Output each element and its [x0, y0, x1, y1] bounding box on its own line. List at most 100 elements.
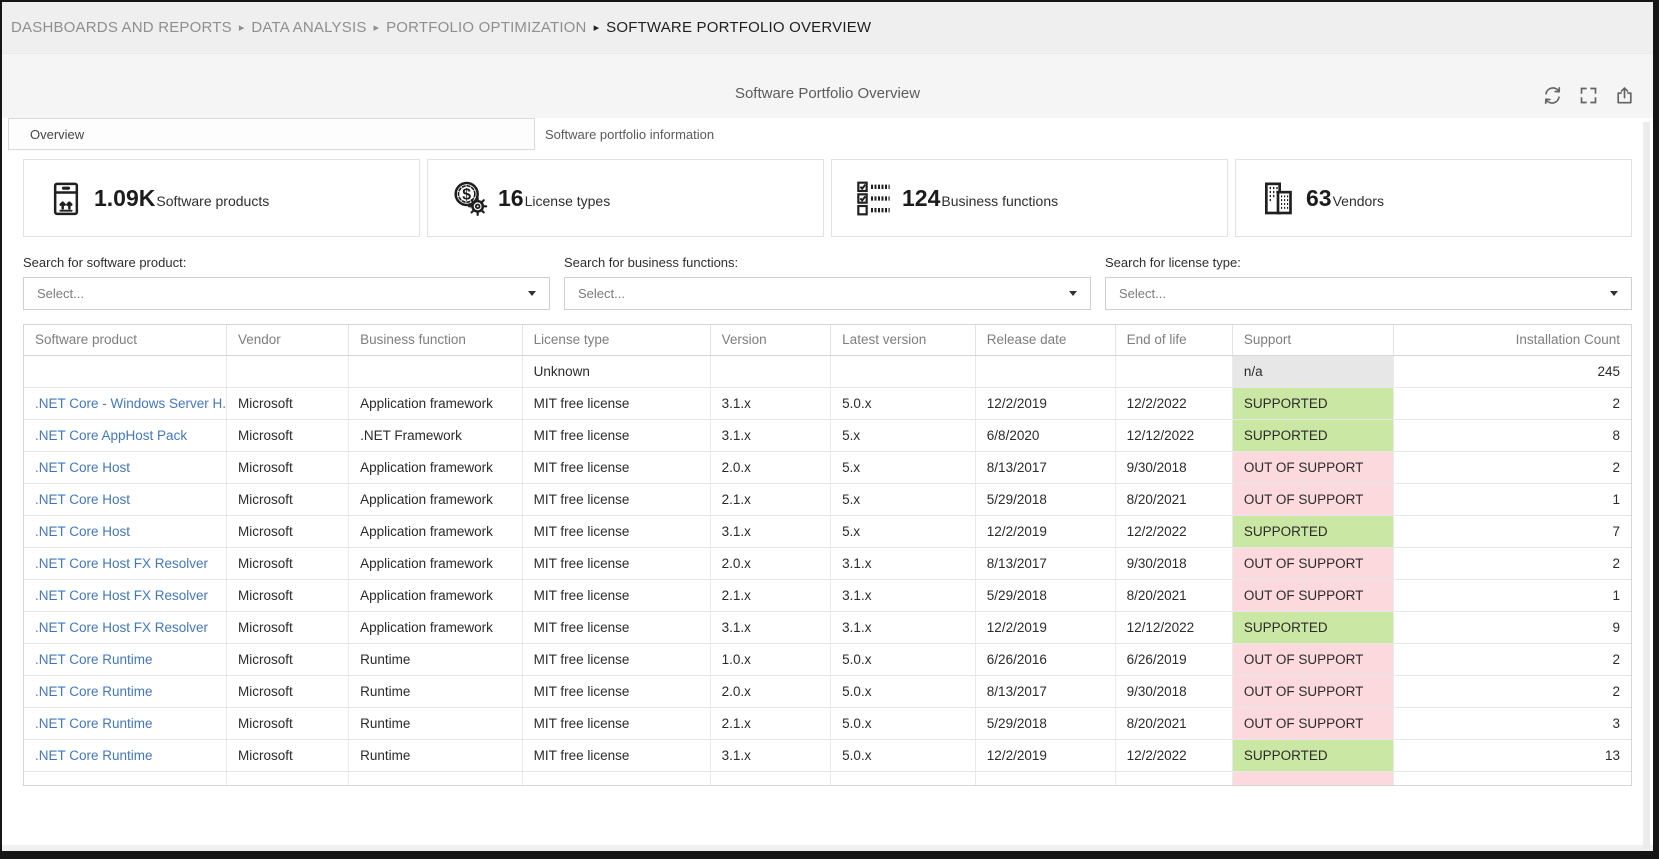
cell-license: MIT free license — [522, 739, 711, 772]
software-product-link[interactable]: .NET Core Host FX Resolver — [35, 556, 208, 571]
cell-eol: 12/2/2022 — [1115, 739, 1233, 772]
chevron-down-icon — [1069, 291, 1077, 296]
software-product-link[interactable]: .NET Core Host FX Resolver — [35, 588, 208, 603]
cell-version: 3.1.x — [710, 611, 832, 644]
column-header-software-product[interactable]: Software product — [24, 325, 227, 356]
software-product-link[interactable]: .NET Core Runtime — [35, 684, 153, 699]
breadcrumb-item-portfolio-optimization[interactable]: PORTFOLIO OPTIMIZATION — [386, 19, 587, 36]
kpi-card-license-types: $ 16 License types — [427, 159, 824, 237]
cell-license: MIT free license — [522, 387, 711, 420]
checklist-icon — [854, 178, 894, 218]
column-header-vendor[interactable]: Vendor — [226, 325, 350, 356]
cell-license: MIT free license — [522, 611, 711, 644]
column-header-license-type[interactable]: License type — [522, 325, 711, 356]
cell-release — [975, 355, 1116, 388]
software-product-link[interactable]: .NET Core Host — [35, 460, 130, 475]
tab-overview[interactable]: Overview — [8, 118, 535, 150]
cell-release: 5/29/2018 — [975, 707, 1116, 740]
support-status-badge: SUPPORTED — [1232, 515, 1394, 548]
column-header-version[interactable]: Version — [710, 325, 832, 356]
breadcrumb-item-dashboards-and-reports[interactable]: DASHBOARDS AND REPORTS — [11, 19, 232, 36]
fullscreen-icon[interactable] — [1578, 85, 1599, 106]
software-product-link[interactable]: .NET Core - Windows Server H... — [35, 396, 225, 411]
support-status-badge: OUT OF SUPPORT — [1232, 675, 1394, 708]
table-row: .NET Core - Windows Server H... Microsoft… — [24, 387, 1631, 420]
table-row: .NET Core Host FX Resolver Microsoft Appli… — [24, 547, 1631, 580]
cell-release: 8/13/2017 — [975, 451, 1116, 484]
cell-product: .NET Core AppHost Pack — [24, 419, 227, 452]
cell-func: Runtime — [348, 675, 523, 708]
support-status-badge: SUPPORTED — [1232, 611, 1394, 644]
software-product-select[interactable]: Select... — [23, 277, 550, 310]
svg-text:$: $ — [462, 187, 471, 204]
license-type-select[interactable]: Select... — [1105, 277, 1632, 310]
support-status-badge: OUT OF SUPPORT — [1232, 483, 1394, 516]
cell-latest: 5.x — [830, 419, 976, 452]
cell-license: MIT free license — [522, 483, 711, 516]
cell-release: 8/13/2017 — [975, 675, 1116, 708]
breadcrumb-item-data-analysis[interactable]: DATA ANALYSIS — [251, 19, 366, 36]
cell-product: .NET Core - Windows Server H... — [24, 387, 227, 420]
table-row: .NET Core Runtime Microsoft Runtime MIT fre… — [24, 739, 1631, 772]
cell-func — [348, 771, 523, 785]
cell-count: 3 — [1393, 707, 1631, 740]
table-row: .NET Core Host Microsoft Application frame… — [24, 483, 1631, 516]
support-status-badge: OUT OF SUPPORT — [1232, 579, 1394, 612]
table-row — [24, 771, 1631, 785]
business-functions-select[interactable]: Select... — [564, 277, 1091, 310]
cell-version: 3.1.x — [710, 739, 832, 772]
column-header-installation-count[interactable]: Installation Count — [1393, 325, 1631, 356]
column-header-latest-version[interactable]: Latest version — [830, 325, 976, 356]
tab-overview-label: Overview — [30, 126, 85, 142]
cell-count: 1 — [1393, 579, 1631, 612]
refresh-icon[interactable] — [1542, 85, 1563, 106]
cell-eol — [1115, 771, 1233, 785]
kpi-value-software-products: 1.09K — [94, 184, 156, 211]
cell-version: 2.0.x — [710, 451, 832, 484]
support-status-badge: OUT OF SUPPORT — [1232, 707, 1394, 740]
support-status-badge: OUT OF SUPPORT — [1232, 643, 1394, 676]
software-product-link[interactable]: .NET Core Runtime — [35, 652, 153, 667]
export-icon[interactable] — [1614, 85, 1635, 106]
cell-latest: 5.x — [830, 451, 976, 484]
cell-version — [710, 355, 832, 388]
column-header-business-function[interactable]: Business function — [348, 325, 523, 356]
cell-eol: 9/30/2018 — [1115, 451, 1233, 484]
cell-func: Runtime — [348, 739, 523, 772]
cell-product: .NET Core Host — [24, 451, 227, 484]
cell-eol: 8/20/2021 — [1115, 483, 1233, 516]
vertical-scrollbar[interactable] — [1643, 122, 1650, 849]
cell-vendor: Microsoft — [226, 643, 350, 676]
software-product-link[interactable]: .NET Core Runtime — [35, 748, 153, 763]
cell-release: 12/2/2019 — [975, 515, 1116, 548]
column-header-release-date[interactable]: Release date — [975, 325, 1116, 356]
tab-software-portfolio-information[interactable]: Software portfolio information — [545, 118, 714, 150]
cell-count: 2 — [1393, 643, 1631, 676]
cell-product: .NET Core Runtime — [24, 707, 227, 740]
support-status-badge: SUPPORTED — [1232, 739, 1394, 772]
cell-count: 9 — [1393, 611, 1631, 644]
cell-product: .NET Core Runtime — [24, 739, 227, 772]
kpi-value-vendors: 63 — [1306, 184, 1332, 211]
filter-label-license-type: Search for license type: — [1105, 255, 1241, 270]
column-header-support[interactable]: Support — [1232, 325, 1394, 356]
column-header-end-of-life[interactable]: End of life — [1115, 325, 1233, 356]
software-product-link[interactable]: .NET Core Host — [35, 524, 130, 539]
tab-software-portfolio-information-label: Software portfolio information — [545, 126, 715, 142]
content-panel: Overview Software portfolio information — [2, 118, 1653, 845]
cell-version: 1.0.x — [710, 643, 832, 676]
software-product-link[interactable]: .NET Core AppHost Pack — [35, 428, 187, 443]
cell-product: .NET Core Host — [24, 515, 227, 548]
table-row: .NET Core Host Microsoft Application frame… — [24, 451, 1631, 484]
software-product-link[interactable]: .NET Core Runtime — [35, 716, 153, 731]
breadcrumb-separator-icon: ▸ — [593, 22, 600, 34]
cell-eol: 9/30/2018 — [1115, 547, 1233, 580]
software-product-link[interactable]: .NET Core Host — [35, 492, 130, 507]
cell-eol: 12/12/2022 — [1115, 611, 1233, 644]
page-title: Software Portfolio Overview — [734, 85, 921, 102]
cell-latest: 5.0.x — [830, 675, 976, 708]
software-product-link[interactable]: .NET Core Host FX Resolver — [35, 620, 208, 635]
dashboard-header: Software Portfolio Overview — [2, 54, 1653, 118]
cell-latest: 3.1.x — [830, 611, 976, 644]
kpi-card-vendors: 63 Vendors — [1235, 159, 1632, 237]
